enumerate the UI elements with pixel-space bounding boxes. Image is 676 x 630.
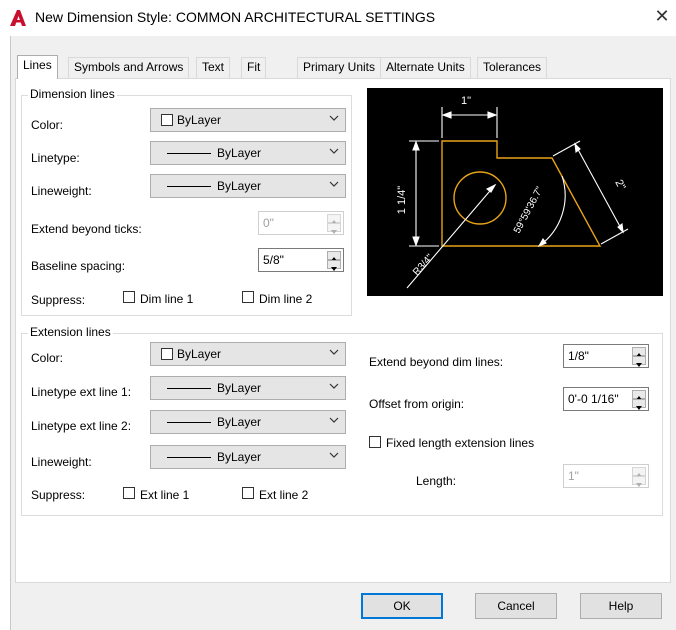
extend-dim-lines-value: 1/8" <box>568 349 589 363</box>
ext-line-2-label: Ext line 2 <box>259 488 309 502</box>
linetype-sample-icon <box>167 153 211 154</box>
offset-origin-value: 0'-0 1/16" <box>568 392 619 406</box>
spin-up-icon <box>632 467 646 477</box>
length-label: Length: <box>416 474 457 488</box>
extend-dim-lines-spinner[interactable]: 1/8" <box>563 344 649 368</box>
offset-origin-label: Offset from origin: <box>369 397 465 411</box>
length-spinner: 1" <box>563 464 649 488</box>
extend-ticks-label: Extend beyond ticks: <box>31 222 142 236</box>
dim-line-2-checkbox[interactable] <box>242 291 254 303</box>
dim-suppress-label: Suppress: <box>31 293 86 307</box>
preview-dim-left: 1 1/4" <box>396 186 408 214</box>
dimension-preview: 1" 1 1/4" 2" 59°59'36.7" R3/4" <box>367 88 663 296</box>
tab-fit[interactable]: Fit <box>241 57 267 78</box>
spin-up-icon[interactable] <box>632 347 646 357</box>
baseline-spacing-spinner[interactable]: 5/8" <box>258 248 344 272</box>
dim-lineweight-label: Lineweight: <box>31 184 92 198</box>
preview-dim-radius: R3/4" <box>411 252 436 278</box>
linetype-ext-2-value: ByLayer <box>217 415 262 429</box>
ext-color-label: Color: <box>31 351 64 365</box>
dim-linetype-label: Linetype: <box>31 151 80 165</box>
linetype-ext-1-value: ByLayer <box>217 381 262 395</box>
color-swatch-icon <box>161 114 173 126</box>
spin-down-icon[interactable] <box>632 399 646 410</box>
spin-down-icon[interactable] <box>327 260 341 271</box>
close-icon[interactable]: ✕ <box>652 6 672 26</box>
ext-lineweight-value: ByLayer <box>217 450 262 464</box>
chevron-down-icon <box>329 452 339 458</box>
chevron-down-icon <box>329 349 339 355</box>
spin-down-icon <box>632 476 646 487</box>
tab-text[interactable]: Text <box>196 57 231 78</box>
ext-lineweight-dropdown[interactable]: ByLayer <box>150 445 346 469</box>
baseline-spacing-value: 5/8" <box>263 253 284 267</box>
preview-dim-right: 2" <box>612 178 627 193</box>
dim-color-label: Color: <box>31 118 64 132</box>
chevron-down-icon <box>329 181 339 187</box>
color-swatch-icon <box>161 348 173 360</box>
autocad-logo-icon <box>10 10 26 26</box>
spin-up-icon[interactable] <box>632 390 646 400</box>
dimension-lines-group-label: Dimension lines <box>28 87 117 101</box>
ext-line-2-checkbox[interactable] <box>242 487 254 499</box>
ext-color-dropdown[interactable]: ByLayer <box>150 342 346 366</box>
extend-dim-lines-label: Extend beyond dim lines: <box>369 355 504 369</box>
dim-linetype-value: ByLayer <box>217 146 262 160</box>
chevron-down-icon <box>329 383 339 389</box>
dim-lineweight-value: ByLayer <box>217 179 262 193</box>
chevron-down-icon <box>329 417 339 423</box>
ext-suppress-label: Suppress: <box>31 488 86 502</box>
lineweight-sample-icon <box>167 457 211 458</box>
linetype-sample-icon <box>167 388 211 389</box>
linetype-ext-2-label: Linetype ext line 2: <box>31 419 132 433</box>
tab-alternate-units[interactable]: Alternate Units <box>380 57 471 78</box>
linetype-ext-2-dropdown[interactable]: ByLayer <box>150 410 346 434</box>
tab-tolerances[interactable]: Tolerances <box>477 57 548 78</box>
chevron-down-icon <box>329 115 339 121</box>
dim-linetype-dropdown[interactable]: ByLayer <box>150 141 346 165</box>
ext-line-1-checkbox[interactable] <box>123 487 135 499</box>
dim-color-value: ByLayer <box>177 113 222 127</box>
extension-lines-group-label: Extension lines <box>28 325 113 339</box>
preview-dim-top: 1" <box>461 95 471 107</box>
extend-ticks-value: 0" <box>263 216 274 230</box>
dim-line-1-label: Dim line 1 <box>140 292 194 306</box>
dim-lineweight-dropdown[interactable]: ByLayer <box>150 174 346 198</box>
length-value: 1" <box>568 469 579 483</box>
chevron-down-icon <box>329 148 339 154</box>
linetype-sample-icon <box>167 422 211 423</box>
tab-lines[interactable]: Lines <box>17 55 58 79</box>
fixed-length-label: Fixed length extension lines <box>386 436 535 450</box>
ext-lineweight-label: Lineweight: <box>31 455 92 469</box>
tab-primary-units[interactable]: Primary Units <box>297 57 382 78</box>
tab-symbols-and-arrows[interactable]: Symbols and Arrows <box>68 57 190 78</box>
ok-button[interactable]: OK <box>361 593 443 619</box>
dim-color-dropdown[interactable]: ByLayer <box>150 108 346 132</box>
help-button[interactable]: Help <box>580 593 662 619</box>
window-title: New Dimension Style: COMMON ARCHITECTURA… <box>35 9 436 25</box>
spin-up-icon[interactable] <box>327 251 341 261</box>
fixed-length-checkbox[interactable] <box>369 436 381 448</box>
offset-origin-spinner[interactable]: 0'-0 1/16" <box>563 387 649 411</box>
baseline-spacing-label: Baseline spacing: <box>31 259 126 273</box>
cancel-button[interactable]: Cancel <box>475 593 557 619</box>
dim-line-1-checkbox[interactable] <box>123 291 135 303</box>
lineweight-sample-icon <box>167 186 211 187</box>
spin-down-icon <box>327 223 341 234</box>
ext-line-1-label: Ext line 1 <box>140 488 190 502</box>
dim-line-2-label: Dim line 2 <box>259 292 313 306</box>
linetype-ext-1-label: Linetype ext line 1: <box>31 385 132 399</box>
preview-dim-angle: 59°59'36.7" <box>512 185 546 236</box>
extend-ticks-spinner: 0" <box>258 211 344 235</box>
ext-color-value: ByLayer <box>177 347 222 361</box>
spin-down-icon[interactable] <box>632 356 646 367</box>
linetype-ext-1-dropdown[interactable]: ByLayer <box>150 376 346 400</box>
preview-dimensions <box>406 107 629 289</box>
spin-up-icon <box>327 214 341 224</box>
